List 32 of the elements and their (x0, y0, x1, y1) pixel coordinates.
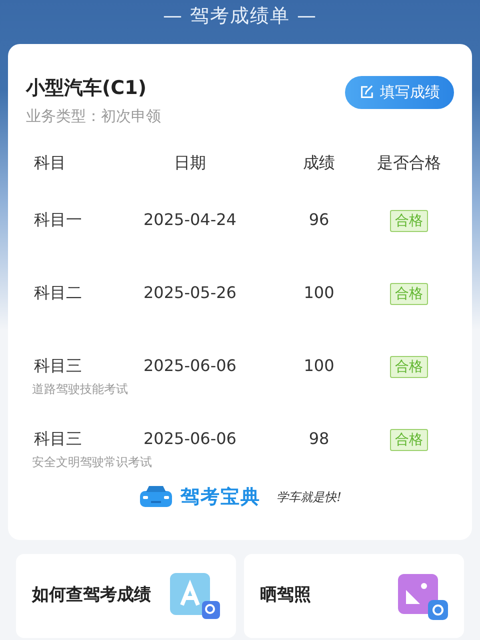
table-cell: 2025-06-06 (144, 356, 236, 374)
table-cell: 2025-05-26 (144, 282, 236, 302)
table-cell: 科目三 (34, 356, 82, 374)
table-cell: 科目三 (34, 428, 82, 448)
column-header: 是否合格 (377, 153, 441, 172)
table-cell: 2025-06-06 (144, 428, 236, 448)
column-header: 日期 (174, 153, 206, 172)
result-tag: 合格 (390, 282, 428, 304)
table-cell: 科目一 (34, 210, 82, 228)
business-type: 业务类型：初次申领 (26, 106, 161, 126)
shortcut-card[interactable]: 如何查驾考成绩 (16, 554, 236, 638)
shortcut-card[interactable]: 晒驾照 (244, 554, 464, 638)
column-header: 科目 (34, 153, 66, 172)
table-cell: 2025-04-24 (144, 210, 236, 228)
brand-name: 驾考宝典 (180, 485, 261, 510)
table-cell: 100 (304, 282, 334, 302)
car-logo-icon (138, 485, 173, 510)
result-tag: 合格 (390, 210, 428, 232)
table-cell: 科目二 (34, 282, 82, 302)
result-tag: 合格 (390, 428, 428, 450)
exam-note: 道路驾驶技能考试 (32, 381, 128, 398)
table-cell: 96 (308, 210, 330, 228)
license-type: 小型汽车(C1) (26, 76, 148, 101)
table-cell: 98 (308, 428, 330, 448)
brand-slogan: 学车就是快! (276, 489, 342, 506)
result-tag: 合格 (390, 356, 428, 378)
table-cell: 100 (304, 356, 334, 374)
edit-icon (359, 84, 374, 100)
column-header: 成绩 (303, 153, 335, 172)
letter-search-icon (168, 571, 222, 621)
page-title: — 驾考成绩单 — (162, 4, 318, 29)
exam-note: 安全文明驾驶常识考试 (32, 454, 152, 471)
